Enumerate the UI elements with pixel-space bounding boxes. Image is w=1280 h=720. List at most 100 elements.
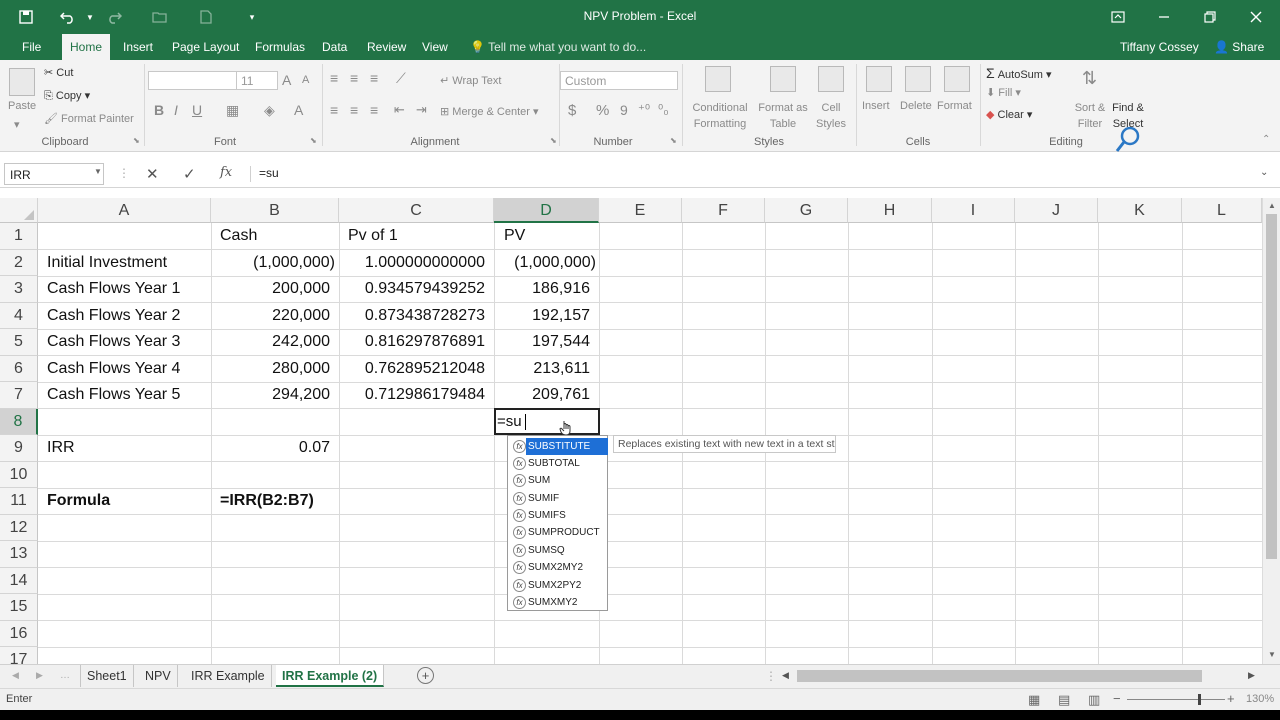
autocomplete-item[interactable]: fx SUMIF [510, 490, 605, 507]
scroll-right-icon[interactable]: ▶ [1248, 670, 1255, 681]
tab-data[interactable]: Data [314, 34, 355, 60]
conditional-formatting-button[interactable]: Conditional Formatting [688, 100, 752, 132]
cell-b7[interactable]: 294,200 [211, 382, 330, 408]
autocomplete-item[interactable]: fx SUBTOTAL [510, 455, 605, 472]
row-header-selected[interactable]: 8 [0, 408, 38, 435]
cancel-entry-icon[interactable]: ✕ [146, 165, 159, 183]
row-header[interactable]: 11 [0, 488, 38, 515]
conditional-formatting-icon[interactable] [705, 66, 731, 92]
tab-split-grip-icon[interactable]: ⋮ [765, 669, 777, 683]
paste-dropdown-icon[interactable]: ▾ [14, 118, 20, 131]
enter-entry-icon[interactable]: ✓ [183, 165, 196, 183]
name-box-dropdown-icon[interactable]: ▼ [94, 167, 102, 176]
row-header[interactable]: 4 [0, 302, 38, 329]
cell-d7[interactable]: 209,761 [494, 382, 590, 408]
column-header-j[interactable]: J [1015, 198, 1098, 223]
cell-a6[interactable]: Cash Flows Year 4 [47, 356, 180, 382]
row-header[interactable]: 10 [0, 461, 38, 488]
cell-c1[interactable]: Pv of 1 [348, 223, 398, 249]
column-header-l[interactable]: L [1182, 198, 1262, 223]
paste-icon[interactable] [9, 68, 35, 96]
autocomplete-item[interactable]: fx SUM [510, 472, 605, 489]
column-header-b[interactable]: B [211, 198, 339, 223]
zoom-slider[interactable] [1127, 699, 1225, 700]
column-header-f[interactable]: F [682, 198, 765, 223]
sheet-tab-irr-example-2[interactable]: IRR Example (2) [276, 665, 385, 687]
tab-file[interactable]: File [14, 34, 49, 60]
vertical-scroll-thumb[interactable] [1266, 214, 1277, 559]
align-bottom-icon[interactable]: ≡ [370, 70, 378, 86]
tell-me-box[interactable]: 💡 Tell me what you want to do... [462, 34, 654, 60]
column-header-i[interactable]: I [932, 198, 1015, 223]
sort-filter-icon[interactable]: ⇅ [1082, 68, 1097, 89]
autocomplete-item[interactable]: fx SUMPRODUCT [510, 524, 605, 541]
tab-home[interactable]: Home [62, 34, 111, 60]
cell-b9[interactable]: 0.07 [211, 435, 330, 461]
cell-a5[interactable]: Cash Flows Year 3 [47, 329, 180, 355]
number-launcher-icon[interactable]: ⬊ [670, 136, 677, 145]
name-box[interactable]: IRR [4, 163, 104, 185]
orientation-icon[interactable]: ⟋ [396, 70, 406, 87]
font-name-box[interactable] [148, 71, 237, 90]
paste-button[interactable]: Paste [8, 100, 36, 112]
add-sheet-icon[interactable]: + [417, 667, 434, 684]
format-cells-icon[interactable] [944, 66, 970, 92]
delete-cells-button[interactable]: Delete [900, 100, 932, 112]
collapse-ribbon-icon[interactable]: ⌃ [1262, 134, 1270, 145]
clear-button[interactable]: ◆ Clear ▾ [986, 108, 1032, 121]
cell-styles-button[interactable]: Cell Styles [810, 100, 852, 132]
align-right-icon[interactable]: ≡ [370, 102, 378, 118]
delete-cells-icon[interactable] [905, 66, 931, 92]
cell-b5[interactable]: 242,000 [211, 329, 330, 355]
cell-a11[interactable]: Formula [47, 488, 110, 514]
cell-d4[interactable]: 192,157 [494, 303, 590, 329]
tab-view[interactable]: View [414, 34, 456, 60]
sort-filter-button[interactable]: Sort & Filter [1070, 100, 1110, 132]
cell-a2[interactable]: Initial Investment [47, 250, 167, 276]
tab-formulas[interactable]: Formulas [247, 34, 313, 60]
font-launcher-icon[interactable]: ⬊ [310, 136, 317, 145]
select-all-corner[interactable] [0, 198, 38, 223]
page-break-view-icon[interactable]: ▥ [1088, 692, 1100, 708]
fill-button[interactable]: ⬇ Fill ▾ [986, 86, 1021, 99]
cell-b11[interactable]: =IRR(B2:B7) [220, 488, 314, 514]
column-header-d[interactable]: D [494, 198, 599, 223]
page-layout-view-icon[interactable]: ▤ [1058, 692, 1070, 708]
column-header-e[interactable]: E [599, 198, 682, 223]
tab-review[interactable]: Review [359, 34, 414, 60]
underline-button[interactable]: U [192, 102, 202, 118]
alignment-launcher-icon[interactable]: ⬊ [550, 136, 557, 145]
row-header[interactable]: 16 [0, 620, 38, 647]
cell-c7[interactable]: 0.712986179484 [339, 382, 485, 408]
insert-function-icon[interactable]: fx [220, 165, 232, 180]
formula-input[interactable]: =su [259, 166, 279, 180]
number-format-box[interactable]: Custom [560, 71, 678, 90]
cut-button[interactable]: ✂ Cut [44, 66, 73, 79]
column-header-a[interactable]: A [38, 198, 211, 223]
cell-a7[interactable]: Cash Flows Year 5 [47, 382, 180, 408]
restore-icon[interactable] [1200, 7, 1220, 27]
tab-page-layout[interactable]: Page Layout [164, 34, 247, 60]
copy-button[interactable]: ⎘ Copy ▾ [44, 89, 90, 103]
row-header[interactable]: 2 [0, 249, 38, 276]
zoom-out-icon[interactable]: − [1113, 691, 1121, 706]
share-button[interactable]: 👤 Share [1206, 34, 1272, 60]
cell-d6[interactable]: 213,611 [494, 356, 590, 382]
normal-view-icon[interactable]: ▦ [1028, 692, 1040, 708]
cell-b2[interactable]: (1,000,000) [211, 250, 335, 276]
bold-button[interactable]: B [154, 102, 164, 118]
fill-color-icon[interactable]: ◈ [264, 102, 275, 119]
cell-a4[interactable]: Cash Flows Year 2 [47, 303, 180, 329]
autocomplete-item-selected[interactable]: fx SUBSTITUTE [510, 438, 609, 455]
row-header[interactable]: 5 [0, 329, 38, 356]
cell-d2[interactable]: (1,000,000) [494, 250, 596, 276]
percent-button[interactable]: % [596, 102, 609, 119]
clipboard-launcher-icon[interactable]: ⬊ [133, 136, 140, 145]
format-as-table-icon[interactable] [770, 66, 796, 92]
format-painter-button[interactable]: 🖌 Format Painter [44, 112, 134, 125]
column-header-c[interactable]: C [339, 198, 494, 223]
insert-cells-button[interactable]: Insert [862, 100, 890, 112]
row-header[interactable]: 1 [0, 223, 38, 250]
row-header[interactable]: 6 [0, 355, 38, 382]
wrap-text-button[interactable]: ↵ Wrap Text [440, 74, 501, 87]
